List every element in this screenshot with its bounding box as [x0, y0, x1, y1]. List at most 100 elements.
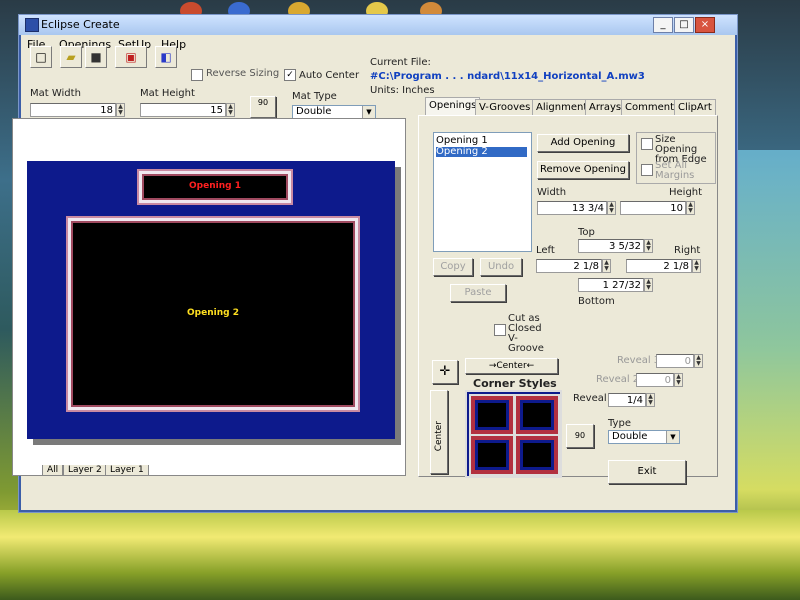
mat-width-input[interactable]: 18 — [30, 103, 116, 117]
top-margin-label: Top — [578, 227, 595, 238]
current-file-path: #C:\Program . . . ndard\11x14_Horizontal… — [370, 71, 645, 82]
reveal-3-input[interactable]: 0 — [656, 354, 694, 368]
bottom-margin-spinner[interactable]: ▲ ▼ — [644, 278, 653, 292]
left-margin-spinner[interactable]: ▲ ▼ — [602, 259, 611, 273]
reverse-sizing-checkbox[interactable] — [191, 69, 203, 81]
chevron-down-icon: ▼ — [362, 106, 375, 118]
width-spinner[interactable]: ▲ ▼ — [607, 201, 616, 215]
type-label: Type — [608, 418, 631, 429]
open-file-button[interactable]: ▰ — [60, 46, 82, 68]
reveal-2-spinner[interactable]: ▲ ▼ — [674, 373, 683, 387]
reveal-2-label: Reveal 2 — [596, 374, 640, 385]
save-button[interactable]: ■ — [85, 46, 107, 68]
new-file-button[interactable]: □ — [30, 46, 52, 68]
left-margin-label: Left — [536, 245, 555, 256]
list-item[interactable]: Opening 1 — [436, 136, 527, 146]
opening-1[interactable]: Opening 1 — [139, 171, 291, 203]
tab-strip: Openings V-Grooves Alignment Arrays Comm… — [425, 97, 716, 115]
mat-height-spinner[interactable]: ▲ ▼ — [226, 103, 235, 117]
mat-type-select[interactable]: Double ▼ — [292, 105, 376, 119]
mat-board[interactable]: Opening 1 Opening 2 — [27, 161, 395, 439]
mat-height-label: Mat Height — [140, 88, 195, 99]
height-spinner[interactable]: ▲ ▼ — [686, 201, 695, 215]
maximize-button[interactable]: □ — [674, 17, 694, 33]
tab-arrays[interactable]: Arrays — [585, 99, 626, 115]
exit-button[interactable]: Exit — [608, 460, 686, 484]
center-vertical-button[interactable]: Center — [430, 390, 448, 474]
right-margin-input[interactable]: 2 1/8 — [626, 259, 692, 273]
bottom-margin-input[interactable]: 1 27/32 — [578, 278, 644, 292]
rotate-90-button[interactable]: 90 — [250, 96, 276, 118]
auto-center-label: Auto Center — [299, 70, 360, 81]
copy-button[interactable]: Copy — [433, 258, 473, 276]
preview-button[interactable]: ◧ — [155, 46, 177, 68]
set-all-margins-checkbox[interactable] — [641, 164, 653, 176]
list-item-selected[interactable]: Opening 2 — [436, 147, 527, 157]
cut-closed-v-groove-checkbox[interactable] — [494, 324, 506, 336]
window-title: Eclipse Create — [41, 18, 120, 31]
top-margin-input[interactable]: 3 5/32 — [578, 239, 644, 253]
right-margin-spinner[interactable]: ▲ ▼ — [692, 259, 701, 273]
type-select[interactable]: Double ▼ — [608, 430, 680, 444]
mat-type-value: Double — [296, 106, 332, 117]
center-both-button[interactable]: ✛ — [432, 360, 458, 384]
reveal-3-spinner[interactable]: ▲ ▼ — [694, 354, 703, 368]
rotate-corner-90-button[interactable]: 90 — [566, 424, 594, 448]
corner-bottom-left[interactable] — [469, 434, 515, 476]
mat-type-label: Mat Type — [292, 91, 337, 102]
close-button[interactable]: × — [695, 17, 715, 33]
reveal-input[interactable]: 1/4 — [608, 393, 646, 407]
reveal-spinner[interactable]: ▲ ▼ — [646, 393, 655, 407]
openings-list[interactable]: Opening 1 Opening 2 — [433, 132, 532, 252]
corner-styles-label: Corner Styles — [473, 377, 557, 390]
paste-button[interactable]: Paste — [450, 284, 506, 302]
tab-clipart[interactable]: ClipArt — [674, 99, 716, 115]
corner-top-left[interactable] — [469, 394, 515, 436]
app-icon — [25, 18, 39, 32]
left-margin-input[interactable]: 2 1/8 — [536, 259, 602, 273]
mat-width-spinner[interactable]: ▲ ▼ — [116, 103, 125, 117]
layer-tab-2[interactable]: Layer 2 — [63, 465, 107, 476]
corner-bottom-right[interactable] — [514, 434, 560, 476]
type-value: Double — [612, 431, 648, 442]
reveal-2-input[interactable]: 0 — [636, 373, 674, 387]
remove-opening-button[interactable]: Remove Opening — [537, 161, 629, 179]
mat-height-input[interactable]: 15 — [140, 103, 226, 117]
crosshair-icon: ✛ — [439, 364, 451, 379]
opening-2[interactable]: Opening 2 — [68, 218, 358, 410]
center-vertical-label: Center — [434, 421, 444, 452]
center-horizontal-button[interactable]: →Center← — [465, 358, 558, 374]
cut-mat-button[interactable]: ▣ — [115, 46, 147, 68]
rotate-icon: 90 — [574, 431, 586, 440]
set-all-margins-label: Set All Margins — [655, 160, 695, 181]
mat-width-label: Mat Width — [30, 88, 81, 99]
width-input[interactable]: 13 3/4 — [537, 201, 607, 215]
desktop-wallpaper-bottom — [0, 510, 800, 600]
floppy-icon: ■ — [90, 50, 102, 64]
folder-icon: ▰ — [66, 50, 76, 64]
minimize-button[interactable]: _ — [653, 17, 673, 33]
corner-top-right[interactable] — [514, 394, 560, 436]
cutter-icon: ▣ — [125, 50, 137, 64]
layer-tab-all[interactable]: All — [42, 465, 64, 476]
tab-v-grooves[interactable]: V-Grooves — [475, 99, 535, 115]
tab-openings[interactable]: Openings — [425, 97, 481, 115]
design-canvas[interactable]: Opening 1 Opening 2 — [12, 118, 406, 476]
new-file-icon: □ — [35, 50, 47, 64]
layer-tab-1[interactable]: Layer 1 — [105, 465, 149, 476]
width-label: Width — [537, 187, 567, 198]
cut-closed-v-groove-label: Cut as Closed V-Groove — [508, 313, 544, 354]
height-input[interactable]: 10 — [620, 201, 686, 215]
preview-icon: ◧ — [160, 50, 172, 64]
corner-styles-preview[interactable] — [465, 390, 562, 478]
right-margin-label: Right — [674, 245, 701, 256]
auto-center-checkbox[interactable]: ✓ — [284, 69, 296, 81]
undo-button[interactable]: Undo — [480, 258, 522, 276]
tab-alignment[interactable]: Alignment — [532, 99, 592, 115]
size-from-edge-checkbox[interactable] — [641, 138, 653, 150]
title-bar[interactable]: Eclipse Create _ □ × — [19, 15, 737, 35]
add-opening-button[interactable]: Add Opening — [537, 134, 629, 152]
current-file-label: Current File: — [370, 57, 431, 68]
opening-2-label: Opening 2 — [187, 308, 239, 318]
top-margin-spinner[interactable]: ▲ ▼ — [644, 239, 653, 253]
